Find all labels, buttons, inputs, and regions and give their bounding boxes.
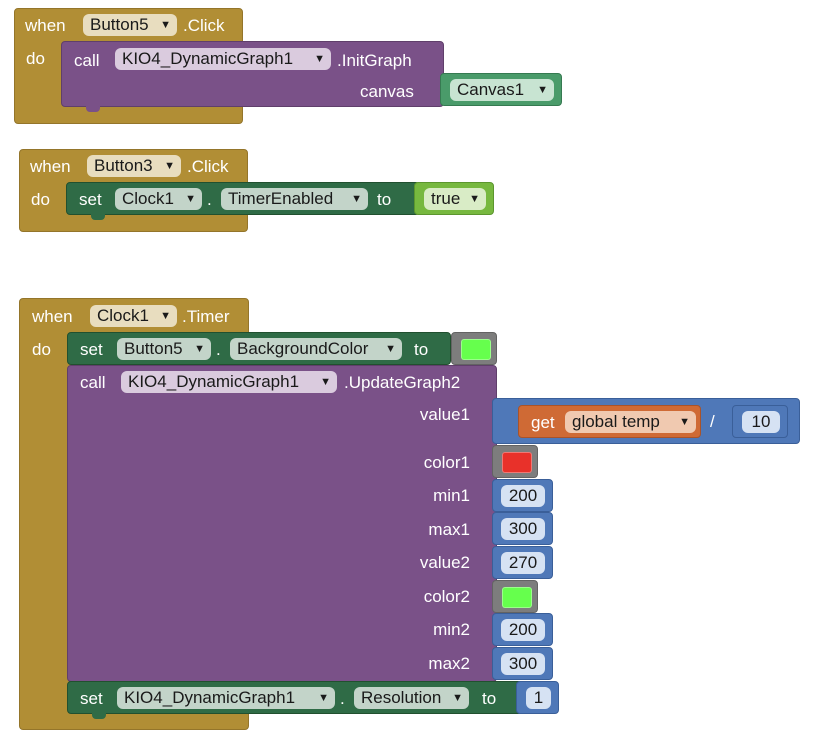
clock1-component-dropdown[interactable]: Clock1 ▼ <box>90 305 177 327</box>
get-variable-block[interactable]: get global temp ▼ <box>518 405 701 438</box>
green-color-swatch[interactable] <box>502 587 532 608</box>
value1-param-label: value1 <box>419 405 470 424</box>
red-color-swatch[interactable] <box>502 452 532 473</box>
backgroundcolor-property-dropdown[interactable]: BackgroundColor ▼ <box>230 338 402 360</box>
call-initgraph-block[interactable]: call KIO4_DynamicGraph1 ▼ .InitGraph canv… <box>61 41 444 107</box>
true-logic-block[interactable]: true ▼ <box>414 182 494 215</box>
block-notch <box>92 713 106 719</box>
call-updategraph2-block[interactable]: call KIO4_DynamicGraph1 ▼ .UpdateGraph2 v… <box>67 365 497 682</box>
set-label: set <box>80 689 103 708</box>
number-block-max1[interactable]: 300 <box>492 512 553 545</box>
set-timerenabled-block[interactable]: set Clock1 ▼ . TimerEnabled ▼ to <box>66 182 420 215</box>
dot-label: . <box>340 689 345 708</box>
do-label: do <box>26 49 45 68</box>
graph-component-dropdown[interactable]: KIO4_DynamicGraph1 ▼ <box>115 48 331 70</box>
dot-label: . <box>216 340 221 359</box>
green-color-swatch[interactable] <box>461 339 491 360</box>
resolution-value[interactable]: 1 <box>526 687 551 709</box>
clock1-component-dropdown[interactable]: Clock1 ▼ <box>115 188 202 210</box>
chevron-down-icon: ▼ <box>385 343 396 355</box>
timerenabled-property-dropdown[interactable]: TimerEnabled ▼ <box>221 188 368 210</box>
chevron-down-icon: ▼ <box>194 343 205 355</box>
min1-value[interactable]: 200 <box>501 485 545 507</box>
global-temp-dropdown[interactable]: global temp ▼ <box>565 411 696 433</box>
chevron-down-icon: ▼ <box>351 193 362 205</box>
set-backgroundcolor-block[interactable]: set Button5 ▼ . BackgroundColor ▼ to <box>67 332 451 365</box>
chevron-down-icon: ▼ <box>452 692 463 704</box>
block-notch <box>86 106 100 112</box>
color2-param-label: color2 <box>423 587 470 606</box>
red-color-block[interactable] <box>492 445 538 478</box>
call-label: call <box>74 51 100 70</box>
set-label: set <box>79 190 102 209</box>
max2-param-label: max2 <box>428 654 470 673</box>
chevron-down-icon: ▼ <box>469 193 480 205</box>
min2-param-label: min2 <box>433 620 470 639</box>
event-name: .Click <box>187 157 229 176</box>
chevron-down-icon: ▼ <box>318 692 329 704</box>
block-notch <box>91 214 105 220</box>
number-block-value2[interactable]: 270 <box>492 546 553 579</box>
to-label: to <box>414 340 429 359</box>
resolution-property-dropdown[interactable]: Resolution ▼ <box>354 687 469 709</box>
method-name: .InitGraph <box>337 51 412 70</box>
color1-param-label: color1 <box>423 453 470 472</box>
max1-value[interactable]: 300 <box>501 518 545 540</box>
chevron-down-icon: ▼ <box>679 416 690 428</box>
true-dropdown[interactable]: true ▼ <box>424 188 486 210</box>
max2-value[interactable]: 300 <box>501 653 545 675</box>
do-label: do <box>32 340 51 359</box>
number-block-max2[interactable]: 300 <box>492 647 553 680</box>
set-resolution-block[interactable]: set KIO4_DynamicGraph1 ▼ . Resolution ▼ to <box>67 681 523 714</box>
value2-param-label: value2 <box>419 553 470 572</box>
green-color-block-2[interactable] <box>492 580 538 613</box>
chevron-down-icon: ▼ <box>537 84 548 96</box>
canvas-param-label: canvas <box>360 82 414 101</box>
chevron-down-icon: ▼ <box>164 160 175 172</box>
chevron-down-icon: ▼ <box>160 310 171 322</box>
to-label: to <box>377 190 392 209</box>
chevron-down-icon: ▼ <box>160 19 171 31</box>
when-label: when <box>32 307 73 326</box>
to-label: to <box>482 689 497 708</box>
divide-operator: / <box>710 412 715 431</box>
dot-label: . <box>207 190 212 209</box>
button3-component-dropdown[interactable]: Button3 ▼ <box>87 155 181 177</box>
event-name: .Click <box>183 16 225 35</box>
value2-value[interactable]: 270 <box>501 552 545 574</box>
when-label: when <box>25 16 66 35</box>
min1-param-label: min1 <box>433 486 470 505</box>
graph-component-dropdown[interactable]: KIO4_DynamicGraph1 ▼ <box>121 371 337 393</box>
number-block-divisor[interactable]: 10 <box>732 405 788 438</box>
chevron-down-icon: ▼ <box>185 193 196 205</box>
number-block-min1[interactable]: 200 <box>492 479 553 512</box>
get-label: get <box>531 413 555 432</box>
event-name: .Timer <box>182 307 230 326</box>
green-color-block[interactable] <box>451 332 497 365</box>
number-block-resolution[interactable]: 1 <box>516 681 559 714</box>
min2-value[interactable]: 200 <box>501 619 545 641</box>
chevron-down-icon: ▼ <box>314 53 325 65</box>
button5-component-dropdown[interactable]: Button5 ▼ <box>83 14 177 36</box>
call-label: call <box>80 373 106 392</box>
set-label: set <box>80 340 103 359</box>
button5-component-dropdown[interactable]: Button5 ▼ <box>117 338 211 360</box>
when-label: when <box>30 157 71 176</box>
canvas1-component-block[interactable]: Canvas1 ▼ <box>440 73 562 106</box>
chevron-down-icon: ▼ <box>320 376 331 388</box>
number-block-min2[interactable]: 200 <box>492 613 553 646</box>
divisor-value[interactable]: 10 <box>742 411 780 433</box>
graph-component-dropdown[interactable]: KIO4_DynamicGraph1 ▼ <box>117 687 335 709</box>
method-name: .UpdateGraph2 <box>344 373 461 392</box>
max1-param-label: max1 <box>428 520 470 539</box>
do-label: do <box>31 190 50 209</box>
canvas1-dropdown[interactable]: Canvas1 ▼ <box>450 79 554 101</box>
